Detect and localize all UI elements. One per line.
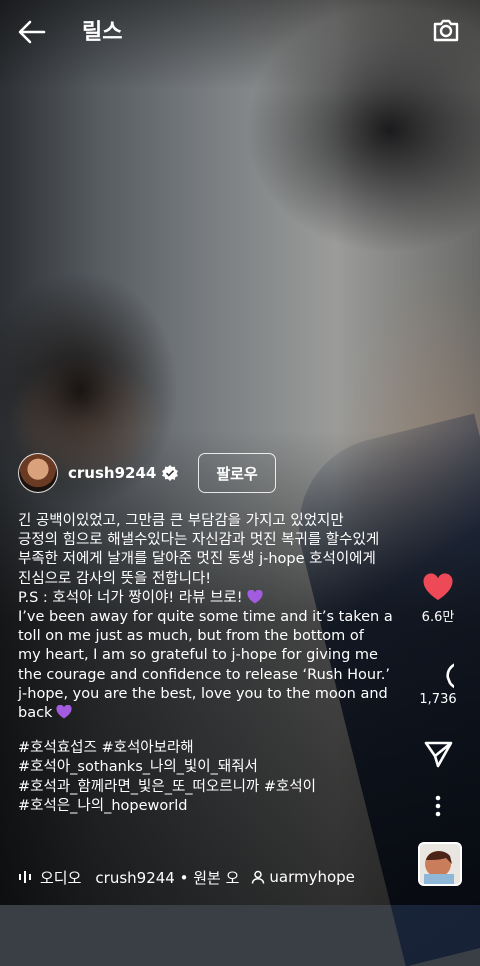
audio-thumbnail[interactable] xyxy=(418,842,462,886)
caption-line-back: back xyxy=(18,704,428,723)
caption-line: toll on me just as much, but from the bo… xyxy=(18,628,364,645)
caption-line: 진심으로 감사의 뜻을 전합니다! xyxy=(18,570,212,587)
caption-line: 긴 공백이있었고, 그만큼 큰 부담감을 가지고 있었지만 xyxy=(18,513,344,529)
caption-line: I’ve been away for quite some time and i… xyxy=(18,609,393,626)
like-count: 6.6만 xyxy=(421,610,455,625)
verified-badge-icon xyxy=(162,465,179,481)
comment-icon[interactable] xyxy=(422,656,454,688)
caption-line: j-hope, you are the best, love you to th… xyxy=(18,685,388,702)
comment-count: 1,736 xyxy=(419,692,457,707)
caption-line-text: back xyxy=(18,705,53,722)
avatar-artwork-icon xyxy=(424,851,454,884)
arrow-left-icon[interactable] xyxy=(16,18,48,46)
caption-line-text: P.S : 호석아 너가 짱이야! 라뷰 브로! xyxy=(18,589,243,606)
page-title: 릴스 xyxy=(82,20,123,45)
hashtag-line[interactable]: #호석아_sothanks_나의_빛이_돼줘서 xyxy=(18,758,428,777)
username[interactable]: crush9244 xyxy=(68,464,156,482)
caption-line: the courage and confidence to release ‘R… xyxy=(18,666,390,683)
follow-button[interactable]: 팔로우 xyxy=(198,453,276,493)
more-options-icon[interactable] xyxy=(428,794,448,818)
purple-heart-icon xyxy=(56,705,73,719)
purple-heart-icon xyxy=(247,589,263,604)
camera-icon[interactable] xyxy=(432,16,460,44)
reels-header: 릴스 xyxy=(0,0,480,64)
audio-bar[interactable]: 오디오 crush9244 • 원본 오 uarmyhope xyxy=(18,866,355,888)
hashtag-line[interactable]: #호석과_함께라면_빛은_또_떠오르니까 #호석이 xyxy=(18,778,428,797)
caption-line: 부족한 저에게 날개를 달아준 멋진 동생 j-hope 호석이에게 xyxy=(18,551,376,568)
hashtag-line[interactable]: #호석은_나의_hopeworld xyxy=(18,797,428,816)
reel-caption[interactable]: 긴 공백이있었고, 그만큼 큰 부담감을 가지고 있었지만 긍정의 힘으로 해낼… xyxy=(18,512,428,816)
audio-wave-icon xyxy=(19,871,31,883)
avatar[interactable] xyxy=(18,453,58,493)
comment-action: 1,736 xyxy=(396,656,480,707)
like-action: 6.6만 xyxy=(396,572,480,625)
audio-label: 오디오 xyxy=(40,868,82,887)
audio-track[interactable]: crush9244 • 원본 오 xyxy=(95,867,239,888)
caption-line: 긍정의 힘으로 해낼수있다는 자신감과 멋진 복귀를 할수있게 xyxy=(18,532,380,549)
caption-line: my heart, I am so grateful to j-hope for… xyxy=(18,647,378,664)
tagged-user[interactable]: uarmyhope xyxy=(269,868,355,886)
heart-icon[interactable] xyxy=(422,572,454,602)
hashtag-line[interactable]: #호석효섭즈 #호석아보라해 xyxy=(18,739,428,758)
author-row: crush9244 팔로우 xyxy=(18,452,276,494)
person-icon xyxy=(252,870,265,884)
caption-line-ps: P.S : 호석아 너가 짱이야! 라뷰 브로! xyxy=(18,589,428,608)
share-icon[interactable] xyxy=(424,740,454,768)
